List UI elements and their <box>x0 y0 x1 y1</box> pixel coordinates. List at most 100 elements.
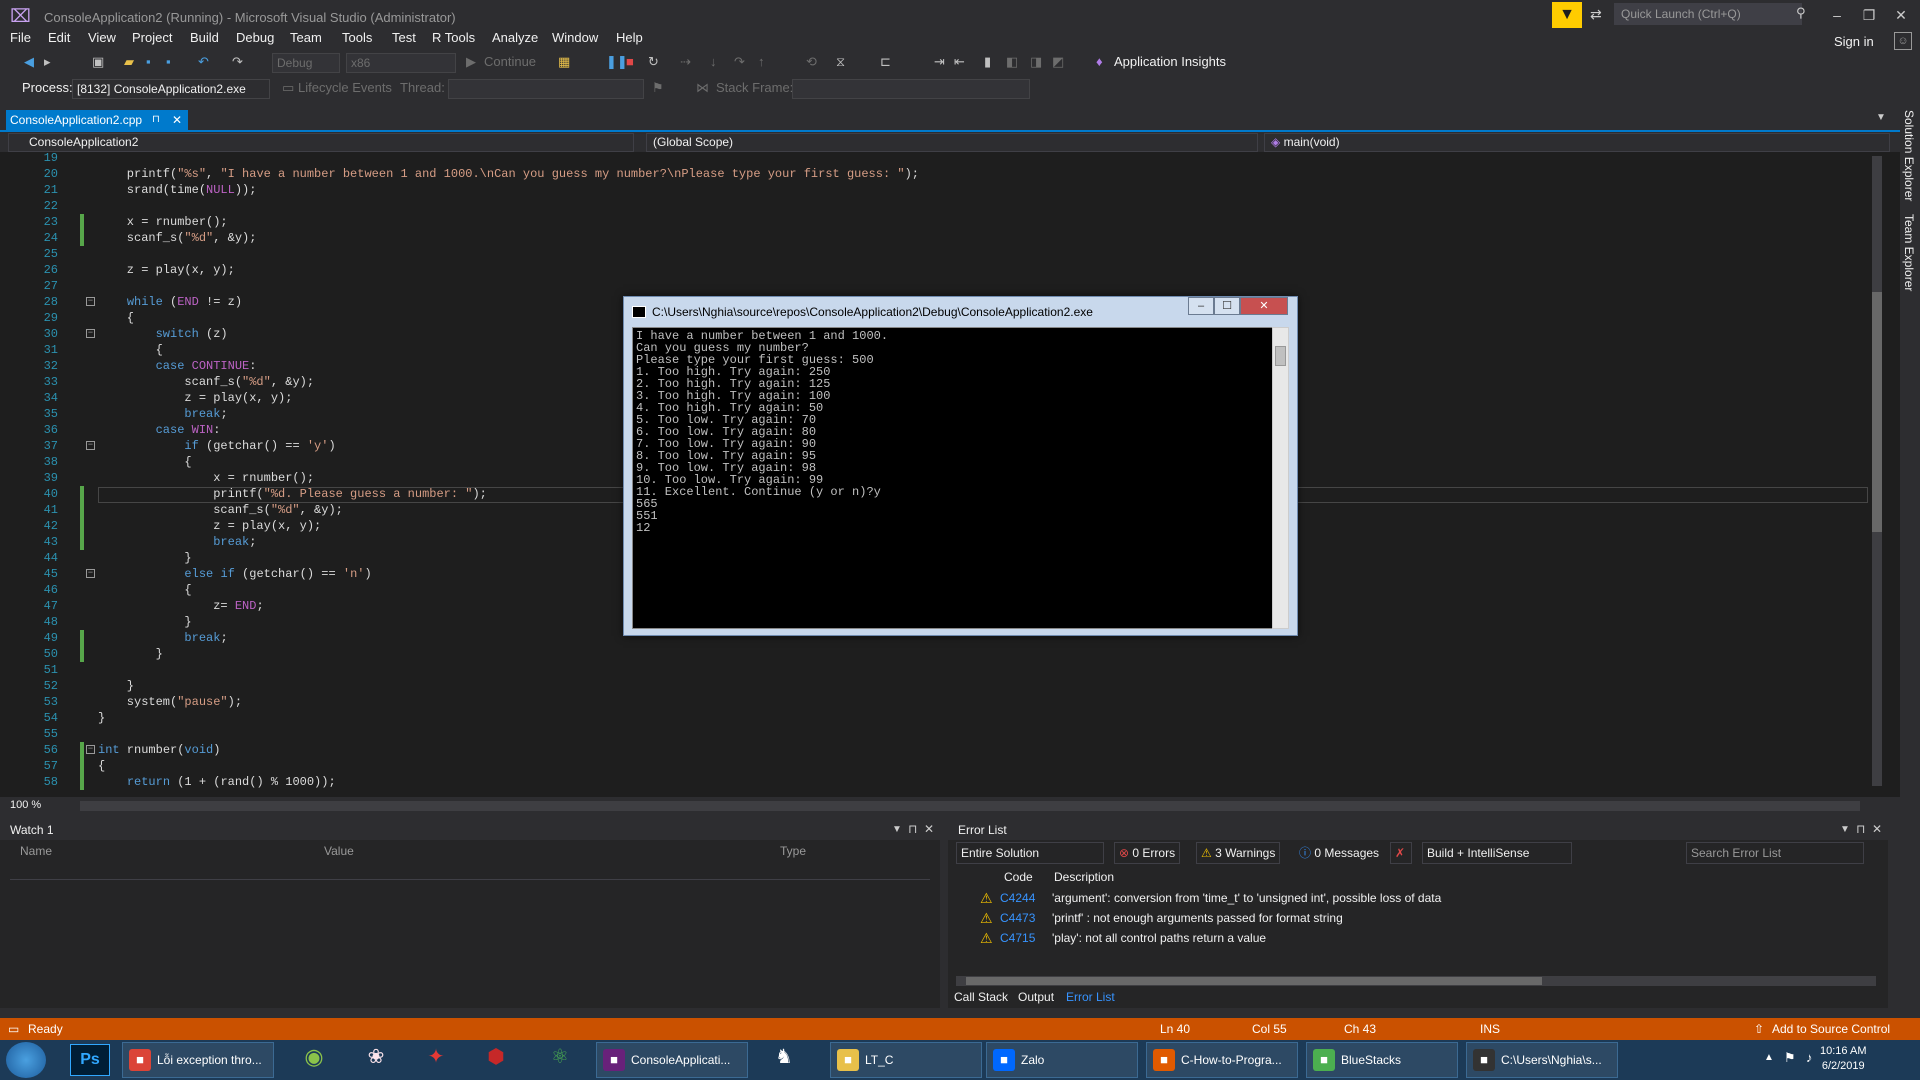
code-line[interactable]: 50 } <box>0 646 1880 662</box>
fold-toggle-icon[interactable]: − <box>86 441 95 450</box>
step-out-icon[interactable]: ↑ <box>758 54 765 69</box>
bookmark-icon[interactable]: ▮ <box>984 54 991 70</box>
hex-display-icon[interactable]: ⟲ <box>806 54 817 70</box>
code-line[interactable]: 24 scanf_s("%d", &y); <box>0 230 1880 246</box>
menu-tools[interactable]: Tools <box>342 30 372 45</box>
console-scroll-thumb[interactable] <box>1275 346 1286 366</box>
clear-bookmarks-icon[interactable]: ◩ <box>1052 54 1064 70</box>
member-dropdown[interactable]: ◈ main(void) <box>1264 133 1890 152</box>
notification-filter-icon[interactable]: ▼ <box>1552 2 1582 28</box>
continue-button[interactable]: Continue <box>484 54 536 69</box>
project-dropdown[interactable]: ConsoleApplication2 <box>8 133 634 152</box>
back-icon[interactable]: ◀ <box>24 54 34 70</box>
console-window[interactable]: C:\Users\Nghia\source\repos\ConsoleAppli… <box>623 296 1298 636</box>
code-line[interactable]: 53 system("pause"); <box>0 694 1880 710</box>
open-icon[interactable]: ▰ <box>124 54 134 70</box>
step-over-icon[interactable]: ↷ <box>734 54 745 70</box>
menu-help[interactable]: Help <box>616 30 643 45</box>
code-line[interactable]: 52 } <box>0 678 1880 694</box>
show-hidden-icons[interactable]: ▲ <box>1764 1052 1774 1063</box>
app-pinned-shield-icon[interactable]: ⬢ <box>476 1044 516 1076</box>
scrollbar-thumb[interactable] <box>1872 292 1882 532</box>
close-button[interactable]: ✕ <box>1886 4 1916 26</box>
menu-analyze[interactable]: Analyze <box>492 30 538 45</box>
tab-consoleapplication2-cpp[interactable]: ConsoleApplication2.cpp ⊓ ✕ <box>6 110 188 130</box>
next-bookmark-icon[interactable]: ◨ <box>1030 54 1042 70</box>
start-button[interactable] <box>6 1042 46 1078</box>
app-pinned-figure-icon[interactable]: ♞ <box>764 1044 804 1076</box>
account-icon[interactable]: ☺ <box>1894 32 1912 50</box>
sign-in-link[interactable]: Sign in <box>1834 34 1874 49</box>
restart-icon[interactable]: ↻ <box>648 54 659 70</box>
menu-test[interactable]: Test <box>392 30 416 45</box>
watch-empty-row[interactable] <box>10 864 930 880</box>
console-scrollbar[interactable] <box>1272 327 1289 629</box>
minimize-button[interactable]: – <box>1822 4 1852 26</box>
menu-project[interactable]: Project <box>132 30 172 45</box>
warnings-filter-button[interactable]: ⚠ 3 Warnings <box>1196 842 1281 864</box>
error-row[interactable]: ⚠ C4244 'argument': conversion from 'time_… <box>948 888 1888 908</box>
pin-icon[interactable]: ⊓ <box>152 110 160 130</box>
error-code-link[interactable]: C4473 <box>1000 908 1035 928</box>
forward-icon[interactable]: ▸ <box>44 54 51 70</box>
error-row[interactable]: ⚠ C4715 'play': not all control paths retu… <box>948 928 1888 948</box>
code-line[interactable]: 55 <box>0 726 1880 742</box>
error-code-link[interactable]: C4715 <box>1000 928 1035 948</box>
console-minimize-button[interactable]: – <box>1188 297 1214 315</box>
app-pinned-red-icon[interactable]: ✦ <box>416 1044 456 1076</box>
photoshop-icon[interactable]: Ps <box>70 1044 110 1076</box>
process-picker-icon[interactable]: ▦ <box>558 54 570 70</box>
comment-icon[interactable]: ⊏ <box>880 54 891 70</box>
messages-filter-button[interactable]: ⓘ 0 Messages <box>1294 842 1384 864</box>
code-line[interactable]: 19 <box>0 152 1880 166</box>
undo-icon[interactable]: ↶ <box>198 54 209 70</box>
code-line[interactable]: 27 <box>0 278 1880 294</box>
break-all-icon[interactable]: ❚❚ <box>606 54 628 70</box>
show-next-statement-icon[interactable]: ⇢ <box>680 54 691 70</box>
menu-file[interactable]: File <box>10 30 31 45</box>
menu-window[interactable]: Window <box>552 30 598 45</box>
flag-filter-icon[interactable]: ⚑ <box>652 80 664 96</box>
menu-debug[interactable]: Debug <box>236 30 274 45</box>
panel-pin-icon[interactable]: ⊓ <box>908 822 917 836</box>
tab-output[interactable]: Output <box>1018 990 1054 1004</box>
application-insights-button[interactable]: Application Insights <box>1114 54 1226 69</box>
redo-icon[interactable]: ↷ <box>232 54 243 70</box>
app-pinned-green-icon[interactable]: ◉ <box>294 1044 334 1076</box>
solution-config-dropdown[interactable]: Debug <box>272 53 340 73</box>
code-line[interactable]: 20 printf("%s", "I have a number between… <box>0 166 1880 182</box>
taskbar-item[interactable]: ■ BlueStacks <box>1306 1042 1458 1078</box>
build-filter-icon[interactable]: ✗ <box>1390 842 1412 864</box>
menu-view[interactable]: View <box>88 30 116 45</box>
new-project-icon[interactable]: ▣ <box>92 54 104 70</box>
source-control-icon[interactable]: ⇧ <box>1754 1018 1764 1040</box>
tab-call-stack[interactable]: Call Stack <box>954 990 1008 1004</box>
panel-close-icon[interactable]: ✕ <box>1872 822 1882 836</box>
taskbar-item[interactable]: ■ Lỗi exception thro... <box>122 1042 274 1078</box>
fold-toggle-icon[interactable]: − <box>86 569 95 578</box>
threads-icon[interactable]: ⧖ <box>836 54 845 70</box>
prev-bookmark-icon[interactable]: ◧ <box>1006 54 1018 70</box>
fold-toggle-icon[interactable]: − <box>86 745 95 754</box>
stop-debugging-icon[interactable]: ■ <box>626 54 634 69</box>
save-all-icon[interactable]: ▪ <box>166 54 171 69</box>
taskbar-item[interactable]: ■ Zalo <box>986 1042 1138 1078</box>
action-center-icon[interactable]: ⚑ <box>1784 1050 1796 1066</box>
menu-r-tools[interactable]: R Tools <box>432 30 475 45</box>
code-line[interactable]: 25 <box>0 246 1880 262</box>
zoom-level-dropdown[interactable]: 100 % <box>10 799 41 811</box>
search-icon[interactable]: ⚲ <box>1796 5 1806 21</box>
taskbar-item[interactable]: ■ C-How-to-Progra... <box>1146 1042 1298 1078</box>
error-code-link[interactable]: C4244 <box>1000 888 1035 908</box>
code-line[interactable]: 56 − int rnumber(void) <box>0 742 1880 758</box>
close-tab-icon[interactable]: ✕ <box>172 110 182 130</box>
code-line[interactable]: 22 <box>0 198 1880 214</box>
stack-frame-dropdown[interactable] <box>792 79 1030 99</box>
menu-edit[interactable]: Edit <box>48 30 70 45</box>
editor-horizontal-scrollbar[interactable] <box>80 801 1860 811</box>
panel-menu-icon[interactable]: ▼ <box>1840 824 1850 835</box>
solution-platform-dropdown[interactable]: x86 <box>346 53 456 73</box>
continue-icon[interactable]: ▶ <box>466 54 476 70</box>
console-output[interactable]: I have a number between 1 and 1000. Can y… <box>632 327 1278 629</box>
tab-list-chevron-icon[interactable]: ▼ <box>1876 112 1886 123</box>
